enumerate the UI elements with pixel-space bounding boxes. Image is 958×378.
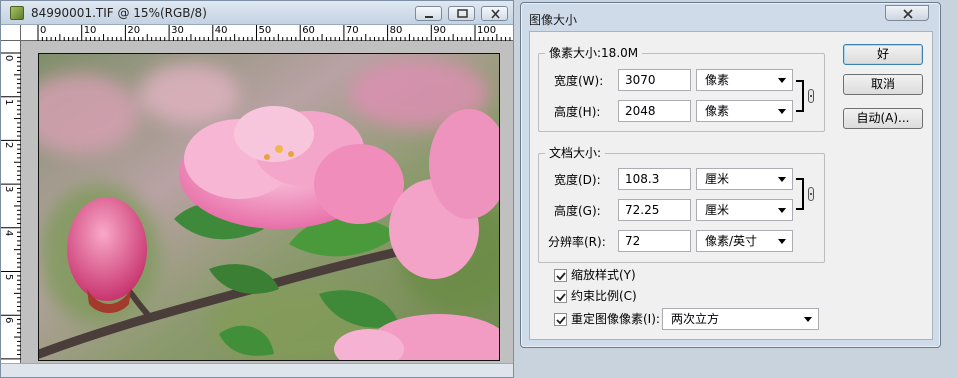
- pixel-link-bracket: [796, 80, 804, 112]
- pixel-width-unit: 像素: [705, 73, 730, 87]
- ruler-top-label: 0: [40, 25, 47, 36]
- chevron-down-icon: [778, 78, 786, 83]
- chevron-down-icon: [804, 317, 812, 322]
- chevron-down-icon: [778, 239, 786, 244]
- ruler-top-label: 40: [214, 25, 228, 36]
- doc-width-unit: 厘米: [705, 172, 730, 186]
- document-icon: [10, 6, 24, 20]
- ruler-left-label: 0: [3, 55, 14, 62]
- constrain-label: 约束比例(C): [571, 289, 637, 303]
- doc-height-input[interactable]: 72.25: [618, 199, 691, 221]
- dialog-close-button[interactable]: [885, 5, 929, 21]
- ruler-top-label: 100: [477, 25, 497, 36]
- pixel-height-label: 高度(H):: [554, 105, 601, 119]
- ruler-top-label: 90: [433, 25, 447, 36]
- checkmark-icon: [556, 316, 566, 325]
- ruler-left-label: 5: [3, 273, 14, 280]
- resample-label: 重定图像像素(I):: [571, 312, 660, 326]
- constrain-checkbox[interactable]: [554, 290, 567, 303]
- ruler-top-label: 60: [302, 25, 315, 36]
- canvas-area[interactable]: [21, 41, 513, 363]
- pixel-height-input[interactable]: 2048: [618, 100, 691, 122]
- maximize-button[interactable]: [448, 6, 475, 21]
- close-icon: [903, 9, 913, 19]
- pixel-height-unit-select[interactable]: 像素: [696, 100, 793, 122]
- chain-link-icon: [808, 187, 814, 201]
- minimize-icon: [425, 16, 433, 18]
- dialog-client: 像素大小:18.0M 宽度(W): 3070 像素 高度(H): 2048 像素…: [529, 31, 933, 340]
- doc-link-bracket: [796, 178, 804, 210]
- ruler-top-label: 20: [127, 25, 141, 36]
- checkmark-icon: [556, 272, 566, 281]
- chevron-down-icon: [778, 177, 786, 182]
- resolution-unit-select[interactable]: 像素/英寸: [696, 230, 793, 252]
- scale-styles-label: 缩放样式(Y): [571, 268, 636, 282]
- ruler-left-label: 3: [3, 186, 14, 193]
- image-size-dialog: 图像大小 像素大小:18.0M 宽度(W): 3070 像素 高度(H): 20…: [520, 2, 941, 348]
- chevron-down-icon: [778, 109, 786, 114]
- close-icon: [491, 9, 500, 19]
- document-title: 84990001.TIF @ 15%(RGB/8): [31, 6, 207, 20]
- pixel-width-label: 宽度(W):: [554, 74, 604, 88]
- document-titlebar[interactable]: 84990001.TIF @ 15%(RGB/8): [1, 1, 513, 25]
- resample-checkbox[interactable]: [554, 313, 567, 326]
- resample-method-value: 两次立方: [671, 312, 720, 326]
- ruler-left-ticks: [1, 52, 21, 360]
- resolution-label: 分辨率(R):: [548, 235, 606, 249]
- chevron-down-icon: [778, 208, 786, 213]
- dialog-title: 图像大小: [529, 13, 578, 27]
- doc-width-input[interactable]: 108.3: [618, 168, 691, 190]
- ruler-left-label: 2: [3, 142, 14, 149]
- ruler-top[interactable]: 0 10 20 30 40 50 60 70 80 90 100: [21, 25, 513, 41]
- cancel-button[interactable]: 取消: [843, 74, 923, 95]
- pixel-width-input[interactable]: 3070: [618, 69, 691, 91]
- minimize-button[interactable]: [415, 6, 442, 21]
- doc-height-label: 高度(G):: [554, 204, 601, 218]
- maximize-icon: [457, 9, 468, 18]
- chain-link-icon: [808, 89, 814, 103]
- pixel-height-unit: 像素: [705, 104, 730, 118]
- document-size-legend: 文档大小:: [545, 146, 606, 160]
- ok-button[interactable]: 好: [843, 44, 923, 65]
- doc-width-unit-select[interactable]: 厘米: [696, 168, 793, 190]
- scale-styles-checkbox[interactable]: [554, 269, 567, 282]
- document-window: 84990001.TIF @ 15%(RGB/8) 0 10 20 30 40 50 60 7…: [0, 0, 514, 378]
- ruler-left-label: 6: [3, 317, 14, 324]
- doc-height-unit-select[interactable]: 厘米: [696, 199, 793, 221]
- auto-button[interactable]: 自动(A)...: [843, 108, 923, 129]
- resolution-unit: 像素/英寸: [705, 234, 758, 248]
- pixel-dimensions-legend: 像素大小:18.0M: [545, 46, 643, 60]
- ruler-top-label: 80: [389, 25, 403, 36]
- pixel-width-unit-select[interactable]: 像素: [696, 69, 793, 91]
- checkmark-icon: [556, 293, 566, 302]
- ruler-left[interactable]: 0 1 2 3 4 5 6: [1, 41, 21, 363]
- resample-method-select[interactable]: 两次立方: [662, 308, 819, 330]
- ruler-top-label: 70: [345, 25, 359, 36]
- resolution-input[interactable]: 72: [618, 230, 691, 252]
- doc-width-label: 宽度(D):: [554, 173, 601, 187]
- ruler-top-label: 50: [258, 25, 272, 36]
- ruler-left-label: 4: [3, 229, 14, 237]
- ruler-top-label: 30: [171, 25, 184, 36]
- ruler-left-label: 1: [3, 98, 14, 106]
- horizontal-scrollbar[interactable]: [1, 363, 513, 377]
- ruler-top-label: 10: [83, 25, 97, 36]
- ruler-corner[interactable]: [1, 25, 21, 41]
- flower-photo: [38, 53, 500, 361]
- doc-height-unit: 厘米: [705, 203, 730, 217]
- close-button[interactable]: [481, 6, 508, 21]
